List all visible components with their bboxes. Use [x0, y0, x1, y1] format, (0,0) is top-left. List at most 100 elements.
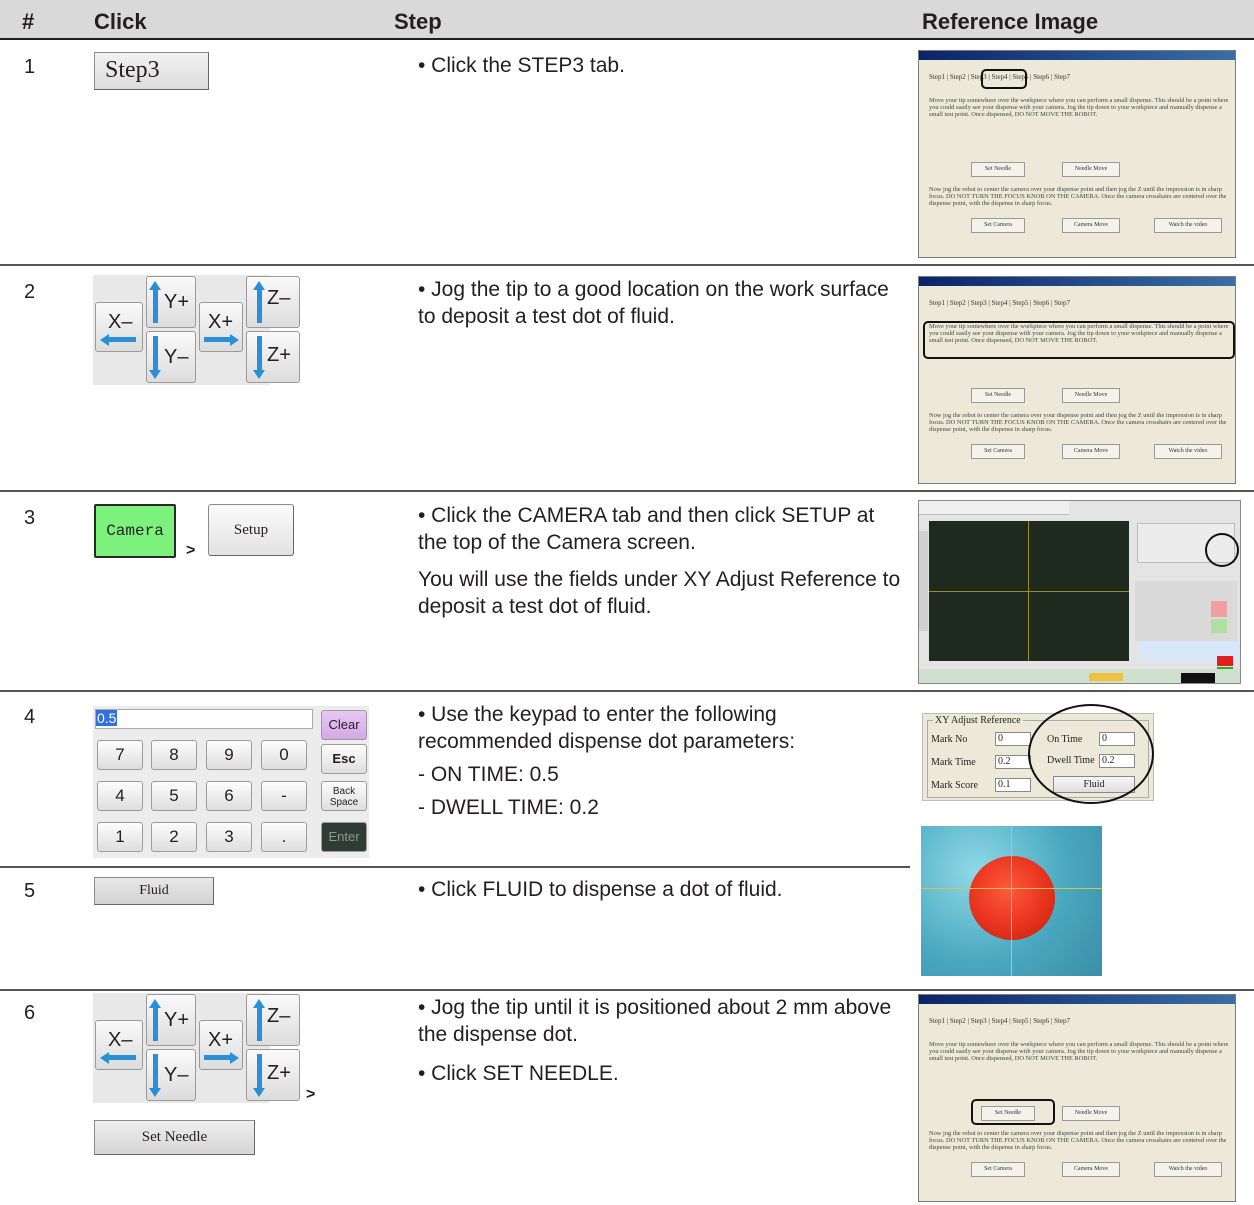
- row-number: 1: [24, 56, 36, 78]
- window-tabs: Step1 | Step2 | Step3 | Step4 | Step5 | …: [929, 299, 1071, 307]
- y-minus-label: Y–: [164, 346, 189, 368]
- key-4[interactable]: 4: [97, 781, 143, 811]
- jog-z-plus-button[interactable]: Z+: [246, 331, 301, 383]
- camera-move-button: Camera Move: [1062, 1162, 1120, 1177]
- set-needle-button: Set Needle: [971, 162, 1025, 177]
- window-paragraph: Move your tip somewhere over the workpie…: [929, 1041, 1229, 1062]
- step-text: • Click FLUID to dispense a dot of fluid…: [418, 876, 908, 913]
- key-7[interactable]: 7: [97, 740, 143, 770]
- jog-y-plus-button[interactable]: Y+: [146, 994, 196, 1046]
- step-instruction: • Click the CAMERA tab and then click SE…: [418, 504, 875, 554]
- key-9[interactable]: 9: [206, 740, 252, 770]
- mark-score-input[interactable]: 0.1: [995, 778, 1031, 792]
- jog-z-minus-button[interactable]: Z–: [246, 994, 301, 1046]
- y-plus-label: Y+: [164, 291, 190, 313]
- step-text: • Jog the tip until it is positioned abo…: [418, 994, 908, 1097]
- window-titlebar: [919, 51, 1235, 60]
- z-plus-label: Z+: [267, 344, 291, 366]
- jog-y-plus-button[interactable]: Y+: [146, 276, 196, 328]
- step-instruction: • Click the STEP3 tab.: [418, 54, 625, 77]
- set-camera-button: Set Camera: [971, 1162, 1025, 1177]
- arrow-down-icon: [253, 370, 265, 379]
- mark-score-label: Mark Score: [931, 780, 978, 791]
- jog-z-plus-button[interactable]: Z+: [246, 1049, 301, 1101]
- key-dot[interactable]: .: [261, 822, 307, 852]
- key-5[interactable]: 5: [151, 781, 197, 811]
- arrow-down-icon: [153, 336, 158, 370]
- step3-tab[interactable]: Step3: [94, 52, 209, 90]
- esc-key[interactable]: Esc: [321, 744, 367, 774]
- enter-key[interactable]: Enter: [321, 822, 367, 852]
- set-camera-button: Set Camera: [971, 218, 1025, 233]
- camera-panel-button: [1211, 601, 1227, 617]
- y-minus-label: Y–: [164, 1064, 189, 1086]
- arrow-left-icon: [100, 1052, 109, 1064]
- jog-x-plus-button[interactable]: X+: [199, 1020, 243, 1070]
- camera-panel-button: [1211, 619, 1227, 633]
- jog-y-minus-button[interactable]: Y–: [146, 1049, 196, 1101]
- step-note: You will use the fields under XY Adjust …: [418, 568, 901, 618]
- jog-y-minus-button[interactable]: Y–: [146, 331, 196, 383]
- key-6[interactable]: 6: [206, 781, 252, 811]
- mark-no-input[interactable]: 0: [995, 732, 1031, 746]
- z-plus-label: Z+: [267, 1062, 291, 1084]
- reference-image-robot-setup: Step1 | Step2 | Step3 | Step4 | Step5 | …: [918, 276, 1236, 484]
- camera-tab-strip: [919, 501, 1069, 515]
- key-2[interactable]: 2: [151, 822, 197, 852]
- watch-video-button: Watch the video: [1154, 444, 1222, 459]
- fluid-button[interactable]: Fluid: [94, 877, 214, 905]
- watch-video-button: Watch the video: [1154, 1162, 1222, 1177]
- arrow-right-icon: [230, 1052, 239, 1064]
- key-minus[interactable]: -: [261, 781, 307, 811]
- highlight-box: [981, 69, 1027, 89]
- setup-button[interactable]: Setup: [208, 504, 294, 556]
- key-1[interactable]: 1: [97, 822, 143, 852]
- highlight-box: [971, 1099, 1055, 1125]
- highlight-circle: [1205, 533, 1239, 567]
- mark-time-input[interactable]: 0.2: [995, 755, 1031, 769]
- y-plus-label: Y+: [164, 1009, 190, 1031]
- needle-move-button: Needle Move: [1062, 1106, 1120, 1121]
- step-instruction: • Click SET NEEDLE.: [418, 1062, 619, 1085]
- row-divider: [0, 490, 1254, 492]
- arrow-right-icon: [230, 334, 239, 346]
- row-number: 6: [24, 1002, 36, 1024]
- camera-view: [929, 521, 1129, 661]
- group-title: XY Adjust Reference: [933, 715, 1023, 726]
- jog-z-minus-button[interactable]: Z–: [246, 276, 301, 328]
- window-paragraph: Now jog the robot to center the camera o…: [929, 186, 1227, 207]
- arrow-left-icon: [100, 334, 109, 346]
- key-8[interactable]: 8: [151, 740, 197, 770]
- clear-key[interactable]: Clear: [321, 710, 367, 740]
- arrow-right-icon: [204, 337, 230, 342]
- camera-panel-button: [1217, 656, 1233, 666]
- window-titlebar: [919, 277, 1235, 286]
- step-parameter: - DWELL TIME: 0.2: [418, 796, 599, 819]
- arrow-down-icon: [257, 336, 262, 370]
- key-3[interactable]: 3: [206, 822, 252, 852]
- arrow-up-icon: [257, 289, 262, 323]
- crosshair-vertical: [1011, 826, 1012, 976]
- dispense-dot-photo: [921, 826, 1102, 976]
- row-divider: [0, 264, 1254, 266]
- reference-image-robot-setup: Step1 | Step2 | Step3 | Step4 | Step5 | …: [918, 50, 1236, 258]
- header-click: Click: [94, 9, 147, 34]
- highlight-box: [923, 321, 1235, 359]
- mark-no-label: Mark No: [931, 734, 968, 745]
- header-reference-image: Reference Image: [922, 9, 1099, 34]
- set-needle-button[interactable]: Set Needle: [94, 1120, 255, 1155]
- x-minus-label: X–: [108, 311, 133, 333]
- jog-pad: X– Y+ Y– X+: [93, 993, 270, 1103]
- camera-tab-button[interactable]: Camera: [94, 504, 176, 558]
- keypad-display[interactable]: 0.5: [95, 709, 313, 729]
- key-0[interactable]: 0: [261, 740, 307, 770]
- keypad-value: 0.5: [96, 710, 118, 726]
- row-divider: [0, 690, 1254, 692]
- z-minus-label: Z–: [267, 1005, 291, 1027]
- row-number: 4: [24, 706, 36, 728]
- back-space-key[interactable]: Back Space: [321, 781, 367, 811]
- jog-x-minus-button[interactable]: X–: [95, 1020, 143, 1070]
- jog-x-plus-button[interactable]: X+: [199, 302, 243, 352]
- mark-time-label: Mark Time: [931, 757, 976, 768]
- jog-x-minus-button[interactable]: X–: [95, 302, 143, 352]
